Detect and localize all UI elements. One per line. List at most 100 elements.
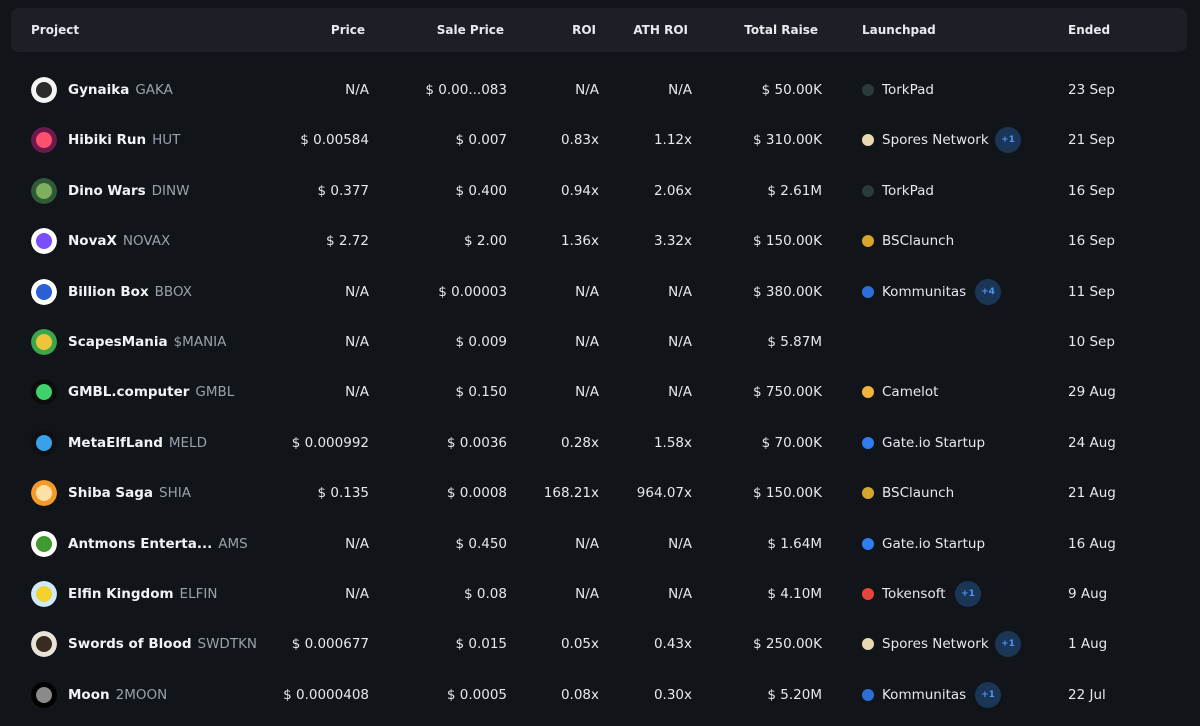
launchpad-name[interactable]: TorkPad bbox=[882, 65, 934, 115]
project-cell[interactable]: Hibiki Run HUT bbox=[68, 115, 180, 165]
project-cell[interactable]: MetaElfLand MELD bbox=[68, 418, 207, 468]
sale-price-value: $ 0.400 bbox=[455, 182, 507, 199]
more-launchpads-badge[interactable]: +1 bbox=[995, 631, 1021, 658]
launchpad-name[interactable]: TorkPad bbox=[882, 166, 934, 216]
kommunitas-icon bbox=[862, 285, 874, 298]
launchpad-name[interactable]: Spores Network bbox=[882, 115, 989, 165]
table-row[interactable]: Moon 2MOON $ 0.0000408 $ 0.0005 0.08x 0.30x $ … bbox=[0, 670, 1200, 720]
project-logo-icon bbox=[31, 127, 57, 154]
table-row[interactable]: NovaX NOVAX $ 2.72 $ 2.00 1.36x 3.32x $ 150.00… bbox=[0, 216, 1200, 266]
launchpad-name[interactable]: Gate.io Startup bbox=[882, 418, 985, 468]
project-cell[interactable]: Shiba Saga SHIA bbox=[68, 468, 191, 518]
project-cell[interactable]: Dino Wars DINW bbox=[68, 166, 189, 216]
table-row[interactable]: Swords of Blood SWDTKN $ 0.000677 $ 0.015 0.… bbox=[0, 619, 1200, 669]
ath-roi-value: N/A bbox=[668, 82, 692, 98]
project-name[interactable]: Shiba Saga bbox=[68, 485, 153, 501]
header-roi[interactable]: ROI bbox=[496, 8, 596, 52]
table-row[interactable]: GMBL.computer GMBL N/A $ 0.150 N/A N/A $ 750.0… bbox=[0, 367, 1200, 417]
project-symbol: GAKA bbox=[135, 82, 173, 98]
project-cell[interactable]: Billion Box BBOX bbox=[68, 267, 192, 317]
bsclaunch-icon bbox=[862, 487, 874, 500]
roi-value: N/A bbox=[575, 334, 599, 350]
header-price[interactable]: Price bbox=[265, 8, 365, 52]
more-launchpads-badge[interactable]: +1 bbox=[975, 681, 1001, 708]
table-row[interactable]: Shiba Saga SHIA $ 0.135 $ 0.0008 168.21x 964.… bbox=[0, 468, 1200, 518]
spores-icon bbox=[862, 638, 874, 651]
table-row[interactable]: Gynaika GAKA N/A $ 0.00...083 N/A N/A $ 50.00K… bbox=[0, 65, 1200, 115]
project-cell[interactable]: Swords of Blood SWDTKN bbox=[68, 619, 257, 669]
project-cell[interactable]: Gynaika GAKA bbox=[68, 65, 173, 115]
price-value: $ 0.000677 bbox=[291, 636, 369, 653]
project-name[interactable]: Antmons Enterta... bbox=[68, 536, 212, 552]
ath-roi-value: N/A bbox=[668, 334, 692, 350]
ended-date: 16 Sep bbox=[1068, 233, 1115, 250]
project-logo-icon bbox=[31, 581, 57, 607]
project-name[interactable]: Billion Box bbox=[68, 284, 149, 300]
project-cell[interactable]: ScapesMania $MANIA bbox=[68, 317, 226, 367]
ath-roi-value: N/A bbox=[668, 283, 692, 300]
project-name[interactable]: Elfin Kingdom bbox=[68, 586, 174, 602]
launchpad-name[interactable]: Tokensoft bbox=[882, 569, 946, 619]
price-value: $ 0.0000408 bbox=[283, 686, 369, 703]
project-name[interactable]: ScapesMania bbox=[68, 334, 168, 350]
more-launchpads-badge[interactable]: +1 bbox=[995, 127, 1021, 154]
total-raise-value: $ 380.00K bbox=[753, 283, 822, 300]
project-cell[interactable]: GMBL.computer GMBL bbox=[68, 367, 234, 417]
project-logo-icon bbox=[31, 530, 57, 557]
gateio-icon bbox=[862, 537, 874, 550]
launchpad-name[interactable]: BSClaunch bbox=[882, 468, 954, 518]
more-launchpads-badge[interactable]: +4 bbox=[975, 278, 1001, 305]
project-cell[interactable]: Antmons Enterta... AMS bbox=[68, 519, 248, 569]
total-raise-value: $ 70.00K bbox=[761, 434, 822, 451]
table-row[interactable]: MetaElfLand MELD $ 0.000992 $ 0.0036 0.28x 1.… bbox=[0, 418, 1200, 468]
project-symbol: MELD bbox=[168, 434, 207, 451]
ended-date: 23 Sep bbox=[1068, 82, 1115, 98]
total-raise-value: $ 250.00K bbox=[753, 636, 822, 653]
project-name[interactable]: GMBL.computer bbox=[68, 384, 189, 400]
table-row[interactable]: Elfin Kingdom ELFIN N/A $ 0.08 N/A N/A $ 4.10M… bbox=[0, 569, 1200, 619]
ath-roi-value: 964.07x bbox=[636, 485, 692, 502]
sale-price-value: $ 0.150 bbox=[455, 384, 507, 401]
price-value: N/A bbox=[345, 586, 369, 602]
ended-date: 1 Aug bbox=[1068, 636, 1108, 653]
project-name[interactable]: MetaElfLand bbox=[68, 435, 163, 451]
price-value: $ 0.135 bbox=[317, 485, 369, 502]
project-name[interactable]: Swords of Blood bbox=[68, 636, 192, 652]
project-name[interactable]: Hibiki Run bbox=[68, 132, 146, 148]
project-name[interactable]: Gynaika bbox=[68, 82, 129, 98]
header-ath-roi[interactable]: ATH ROI bbox=[588, 8, 688, 52]
launchpad-name[interactable]: Gate.io Startup bbox=[882, 519, 985, 569]
project-cell[interactable]: Moon 2MOON bbox=[68, 670, 167, 720]
sale-price-value: $ 2.00 bbox=[464, 233, 507, 250]
header-launchpad[interactable]: Launchpad bbox=[862, 8, 936, 52]
launchpad-name[interactable]: Kommunitas bbox=[882, 267, 966, 317]
table-row[interactable]: Billion Box BBOX N/A $ 0.00003 N/A N/A $ 380.0… bbox=[0, 267, 1200, 317]
header-sale-price[interactable]: Sale Price bbox=[404, 8, 504, 52]
launchpad-projects-page: Project Price Sale Price ROI ATH ROI Tot… bbox=[0, 0, 1200, 726]
project-cell[interactable]: Elfin Kingdom ELFIN bbox=[68, 569, 217, 619]
launchpad-name[interactable]: Kommunitas bbox=[882, 670, 966, 720]
more-launchpads-badge[interactable]: +1 bbox=[955, 581, 981, 607]
roi-value: 0.94x bbox=[560, 182, 599, 199]
project-symbol: 2MOON bbox=[115, 686, 168, 703]
total-raise-value: $ 50.00K bbox=[761, 82, 822, 98]
roi-value: 0.08x bbox=[560, 686, 599, 703]
project-name[interactable]: Moon bbox=[68, 687, 110, 703]
table-row[interactable]: Antmons Enterta... AMS N/A $ 0.450 N/A N/A $ 1… bbox=[0, 519, 1200, 569]
header-project[interactable]: Project bbox=[31, 8, 79, 52]
launchpad-name[interactable]: Camelot bbox=[882, 367, 938, 417]
sale-price-value: $ 0.00...083 bbox=[425, 82, 507, 98]
sale-price-value: $ 0.450 bbox=[455, 535, 507, 552]
torkpad-icon bbox=[862, 84, 874, 96]
launchpad-name[interactable]: BSClaunch bbox=[882, 216, 954, 266]
project-name[interactable]: NovaX bbox=[68, 233, 117, 249]
project-name[interactable]: Dino Wars bbox=[68, 183, 146, 199]
table-row[interactable]: ScapesMania $MANIA N/A $ 0.009 N/A N/A $ 5.87M… bbox=[0, 317, 1200, 367]
project-cell[interactable]: NovaX NOVAX bbox=[68, 216, 170, 266]
header-total-raise[interactable]: Total Raise bbox=[698, 8, 818, 52]
table-row[interactable]: Hibiki Run HUT $ 0.00584 $ 0.007 0.83x 1.12x $… bbox=[0, 115, 1200, 165]
header-ended[interactable]: Ended bbox=[1068, 8, 1110, 52]
sale-price-value: $ 0.0008 bbox=[446, 485, 507, 502]
launchpad-name[interactable]: Spores Network bbox=[882, 619, 989, 669]
table-row[interactable]: Dino Wars DINW $ 0.377 $ 0.400 0.94x 2.06x $ 2… bbox=[0, 166, 1200, 216]
